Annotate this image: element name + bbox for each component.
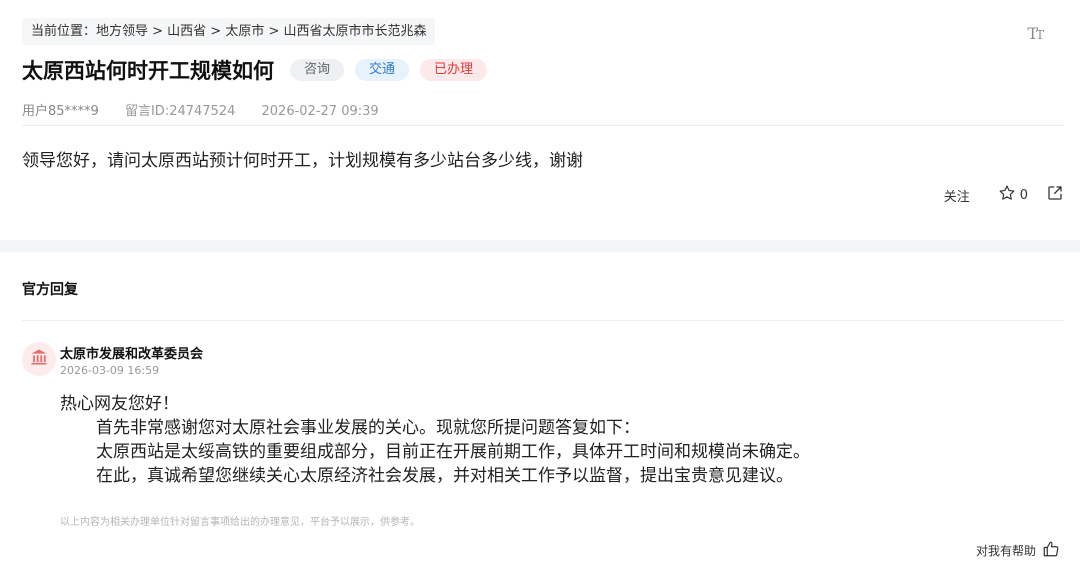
- tag-consult: 咨询: [290, 59, 345, 81]
- reply-paragraph: 太原西站是太绥高铁的重要组成部分，目前正在开展前期工作，具体开工时间和规模尚未确…: [96, 442, 810, 462]
- post-datetime: 2026-02-27 09:39: [261, 104, 379, 119]
- font-size-big-t: T: [1027, 24, 1038, 43]
- question-content: 领导您好，请问太原西站预计何时开工，计划规模有多少站台多少线，谢谢: [22, 151, 583, 171]
- reply-content: 热心网友您好！ 首先非常感谢您对太原社会事业发展的关心。现就您所提问题答复如下：…: [60, 392, 810, 488]
- section-separator: [0, 240, 1080, 252]
- font-size-small-t: T: [1035, 28, 1044, 42]
- government-building-icon: [29, 347, 49, 371]
- star-count: 0: [1019, 187, 1028, 203]
- tag-handled: 已办理: [420, 59, 488, 81]
- star-button[interactable]: 0: [998, 184, 1028, 206]
- breadcrumb: 当前位置：地方领导 > 山西省 > 太原市 > 山西省太原市市长范兆森: [22, 18, 436, 45]
- helpful-label: 对我有帮助: [975, 544, 1036, 558]
- reply-disclaimer: 以上内容为相关办理单位针对留言事项给出的办理意见，平台予以展示，供参考。: [60, 517, 420, 528]
- divider: [22, 320, 1064, 321]
- reply-greeting: 热心网友您好！: [60, 394, 179, 414]
- avatar: [22, 342, 56, 376]
- divider: [22, 125, 1064, 126]
- reply-section-title: 官方回复: [22, 282, 78, 298]
- follow-button[interactable]: 关注: [944, 186, 970, 205]
- reply-paragraph: 首先非常感谢您对太原社会事业发展的关心。现就您所提问题答复如下：: [96, 418, 640, 438]
- share-button[interactable]: [1046, 184, 1064, 206]
- reply-paragraph: 在此，真诚希望您继续关心太原经济社会发展，并对相关工作予以监督，提出宝贵意见建议…: [96, 466, 793, 486]
- reply-org-name: 太原市发展和改革委员会: [60, 347, 204, 362]
- star-icon: [998, 184, 1016, 206]
- post-meta: 用户85****9 留言ID:24747524 2026-02-27 09:39: [22, 100, 401, 119]
- thumbs-up-icon: [1042, 540, 1060, 561]
- font-size-icon[interactable]: TT: [1027, 24, 1044, 43]
- tag-traffic: 交通: [355, 59, 410, 81]
- helpful-button[interactable]: 对我有帮助: [976, 540, 1060, 561]
- post-user: 用户85****9: [22, 104, 99, 119]
- page-title: 太原西站何时开工规模如何: [22, 59, 274, 83]
- post-actions: 关注 0: [944, 184, 1064, 206]
- share-icon: [1046, 184, 1064, 206]
- message-id: 留言ID:24747524: [124, 104, 236, 119]
- title-row: 太原西站何时开工规模如何 咨询 交通 已办理: [22, 55, 488, 85]
- reply-date: 2026-03-09 16:59: [60, 364, 160, 377]
